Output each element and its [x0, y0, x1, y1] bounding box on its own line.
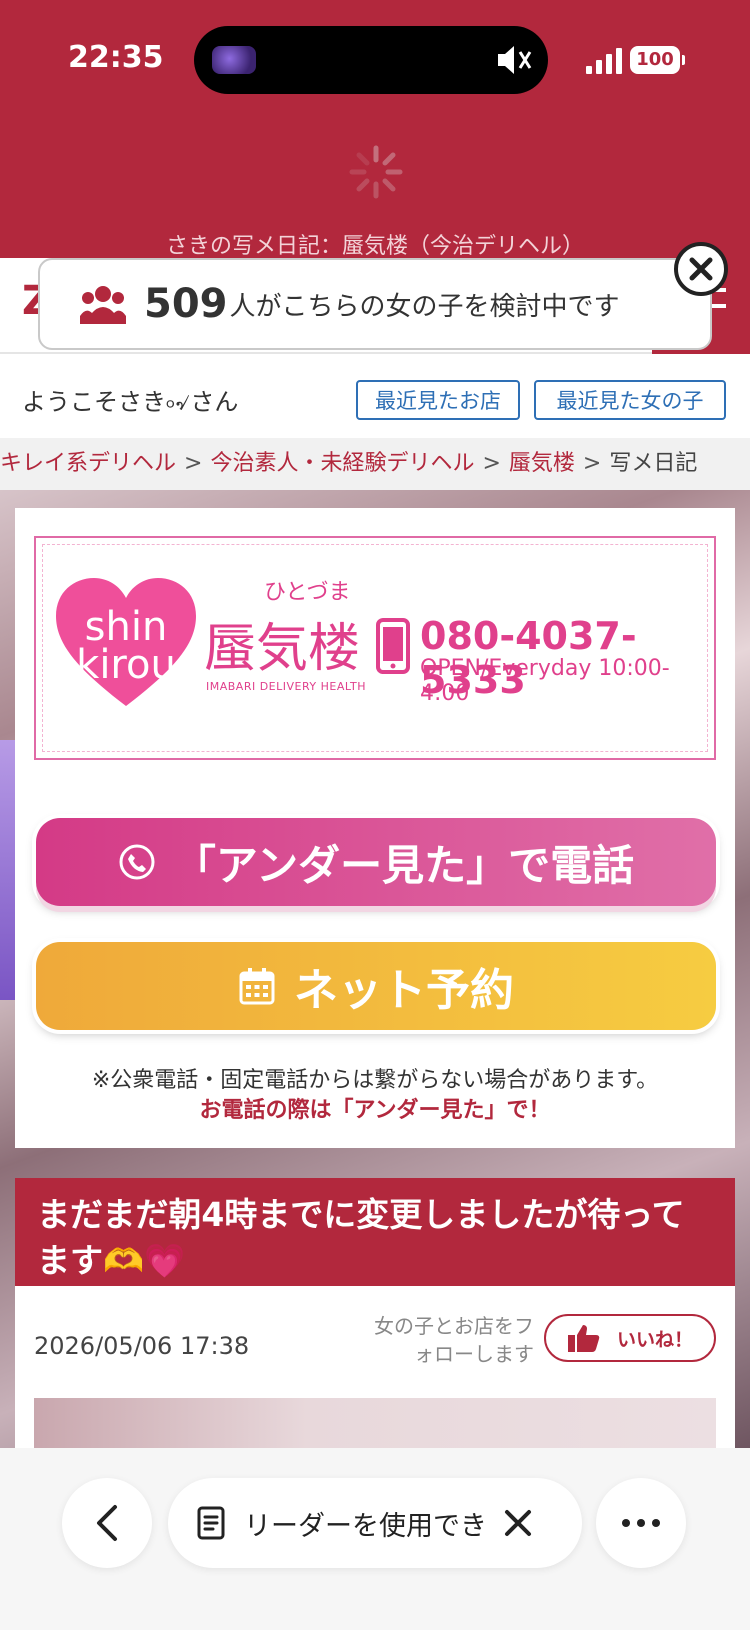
phone-icon [376, 618, 410, 674]
close-icon [689, 257, 713, 281]
shop-banner[interactable]: shin kirou ひとづま 蜃気楼 IMABARI DELIVERY HEA… [34, 536, 716, 760]
dynamic-island [194, 26, 548, 94]
status-time: 22:35 [68, 40, 164, 75]
breadcrumb-link[interactable]: 蜃気楼 [509, 451, 575, 476]
calendar-icon [239, 968, 275, 1005]
thumbs-up-icon [567, 1325, 600, 1352]
like-button-label: いいね！ [616, 1328, 693, 1351]
reader-text: リーダーを使用できます [244, 1510, 484, 1542]
reader-icon [197, 1506, 225, 1540]
breadcrumb-separator: > [184, 451, 203, 476]
post-title: まだまだ朝4時までに変更しましたが待ってます🫶💗 [37, 1195, 685, 1280]
reserve-button-label: ネット予約 [294, 965, 514, 1016]
people-icon [80, 286, 126, 324]
shop-name: 蜃気楼 [204, 619, 361, 679]
battery-icon: 100 [630, 46, 685, 74]
post-date: 2026/05/06 17:38 [34, 1332, 250, 1360]
breadcrumb-link[interactable]: 今治素人・未経験デリヘル [210, 451, 474, 476]
loading-spinner-icon [349, 145, 403, 199]
viewers-popup: 509 人がこちらの女の子を検討中です [38, 258, 712, 350]
post-title-box: まだまだ朝4時までに変更しましたが待ってます🫶💗 [15, 1178, 735, 1286]
recent-girls-button[interactable]: 最近見た女の子 [534, 380, 726, 420]
phone-note-emphasis: お電話の際は「アンダー見た」で！ [199, 1098, 551, 1123]
phone-call-icon [119, 844, 155, 880]
like-button[interactable]: いいね！ [544, 1314, 716, 1362]
post-photo[interactable] [34, 1398, 716, 1450]
opening-hours: OPEN/Everyday 10:00-4:00 [420, 656, 670, 706]
breadcrumb-current: 写メ日記 [609, 451, 698, 476]
more-icon [622, 1519, 660, 1527]
close-popup-button[interactable] [674, 242, 728, 296]
page-heading: さきの写メ日記：蜃気楼（今治デリヘル） [165, 234, 584, 259]
call-button-label: 「アンダー見た」で電話 [173, 840, 635, 890]
more-button[interactable] [596, 1478, 686, 1568]
viewer-count: 509 [144, 281, 228, 327]
welcome-text: ようこそさき৹৵さん [22, 388, 239, 416]
chevron-left-icon [97, 1505, 117, 1541]
back-button[interactable] [62, 1478, 152, 1568]
breadcrumb: キレイ系デリヘル > 今治素人・未経験デリヘル > 蜃気楼 > 写メ日記 [0, 438, 750, 490]
breadcrumb-separator: > [582, 451, 602, 476]
viewer-text: 人がこちらの女の子を検討中です [229, 291, 620, 322]
reserve-button[interactable]: ネット予約 [36, 942, 716, 1030]
music-artwork-icon [212, 46, 256, 74]
mute-icon [498, 46, 532, 74]
logo-text: shin kirou [76, 604, 176, 688]
close-reader-icon[interactable] [498, 1503, 538, 1543]
breadcrumb-link[interactable]: キレイ系デリヘル [0, 451, 176, 476]
reader-pill[interactable]: リーダーを使用できます [168, 1478, 582, 1568]
follow-text: 女の子とお店をフォローします [374, 1314, 534, 1366]
recent-shops-button[interactable]: 最近見たお店 [356, 380, 520, 420]
shop-ruby: ひとづま [264, 580, 351, 605]
shop-subtitle: IMABARI DELIVERY HEALTH [206, 680, 366, 693]
phone-note: ※公衆電話・固定電話からは繋がらない場合があります。 [91, 1068, 659, 1093]
call-button[interactable]: 「アンダー見た」で電話 [36, 818, 716, 906]
breadcrumb-separator: > [482, 451, 501, 476]
signal-icon [586, 48, 622, 74]
